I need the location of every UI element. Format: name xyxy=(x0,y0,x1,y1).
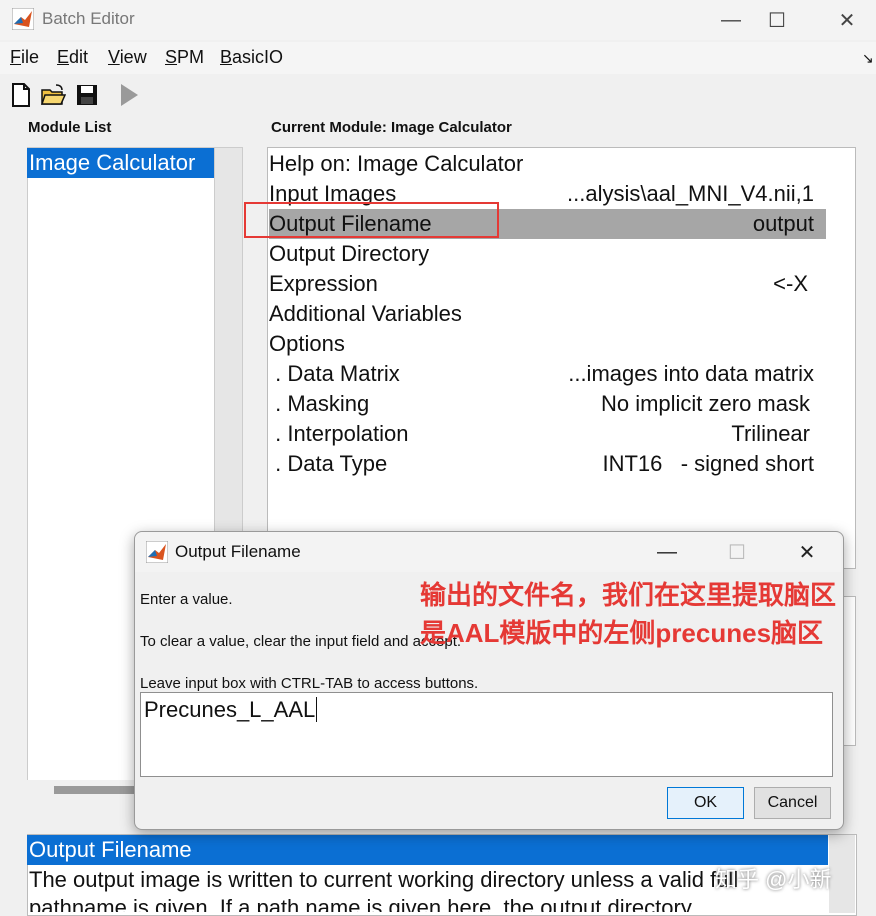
module-row-data-type[interactable]: . Data Type INT16 - signed short xyxy=(269,449,826,479)
watermark: 知乎 @小新 xyxy=(715,867,832,892)
module-row-output-directory[interactable]: Output Directory xyxy=(269,239,826,269)
module-list-header: Module List xyxy=(28,119,112,136)
menu-basicio[interactable]: BasicIO xyxy=(220,47,283,68)
help-text: The output image is written to current w… xyxy=(29,867,739,912)
dialog-title: Output Filename xyxy=(175,542,301,561)
menu-view[interactable]: View xyxy=(108,47,147,68)
menu-file[interactable]: File xyxy=(10,47,39,68)
new-file-icon[interactable] xyxy=(8,82,34,108)
module-row-masking[interactable]: . Masking No implicit zero mask xyxy=(269,389,826,419)
dialog-close-button[interactable]: ✕ xyxy=(784,532,830,572)
module-row-additional-variables[interactable]: Additional Variables xyxy=(269,299,826,329)
close-icon: ✕ xyxy=(798,541,816,564)
module-row-data-matrix[interactable]: . Data Matrix ...images into data matrix xyxy=(269,359,826,389)
input-scrollbar[interactable] xyxy=(808,694,832,776)
current-module-header: Current Module: Image Calculator xyxy=(271,119,512,136)
matlab-icon xyxy=(146,541,168,563)
menu-overflow-icon[interactable]: ↘ xyxy=(862,50,874,67)
menu-spm[interactable]: SPM xyxy=(165,47,204,68)
window-title: Batch Editor xyxy=(42,9,135,28)
module-row-interpolation[interactable]: . Interpolation Trilinear xyxy=(269,419,826,449)
filename-input[interactable]: Precunes_L_AAL xyxy=(140,692,833,777)
menu-edit[interactable]: Edit xyxy=(57,47,88,68)
dialog-minimize-button[interactable]: — xyxy=(644,532,690,572)
module-row-options[interactable]: Options xyxy=(269,329,826,359)
highlight-box xyxy=(244,202,499,238)
matlab-icon xyxy=(12,8,34,30)
minimize-icon: — xyxy=(721,8,741,31)
annotation-text: 输出的文件名，我们在这里提取脑区是AAL模版中的左侧precunes脑区 xyxy=(420,580,837,648)
minimize-icon: — xyxy=(657,540,677,563)
module-list-item[interactable]: Image Calculator xyxy=(27,148,214,178)
close-button[interactable]: ✕ xyxy=(824,0,870,40)
open-folder-icon[interactable] xyxy=(40,82,66,108)
maximize-icon: ☐ xyxy=(728,541,746,564)
dialog-instruction-1: Enter a value. xyxy=(140,591,233,608)
cancel-button[interactable]: Cancel xyxy=(754,787,831,819)
hscroll-thumb[interactable] xyxy=(54,786,144,794)
ok-button[interactable]: OK xyxy=(667,787,744,819)
dialog-instruction-2: To clear a value, clear the input field … xyxy=(140,633,462,650)
help-scrollbar[interactable] xyxy=(829,835,855,913)
close-icon: ✕ xyxy=(838,9,856,32)
module-row-expression[interactable]: Expression <-X xyxy=(269,269,826,299)
minimize-button[interactable]: — xyxy=(708,0,754,40)
maximize-button[interactable]: ☐ xyxy=(754,0,800,40)
run-icon[interactable] xyxy=(116,82,142,108)
save-icon[interactable] xyxy=(74,82,100,108)
help-title: Output Filename xyxy=(27,835,828,865)
module-row-help[interactable]: Help on: Image Calculator xyxy=(269,149,826,179)
maximize-icon: ☐ xyxy=(768,9,786,32)
dialog-maximize-button: ☐ xyxy=(714,532,760,572)
dialog-instruction-3: Leave input box with CTRL-TAB to access … xyxy=(140,675,479,692)
